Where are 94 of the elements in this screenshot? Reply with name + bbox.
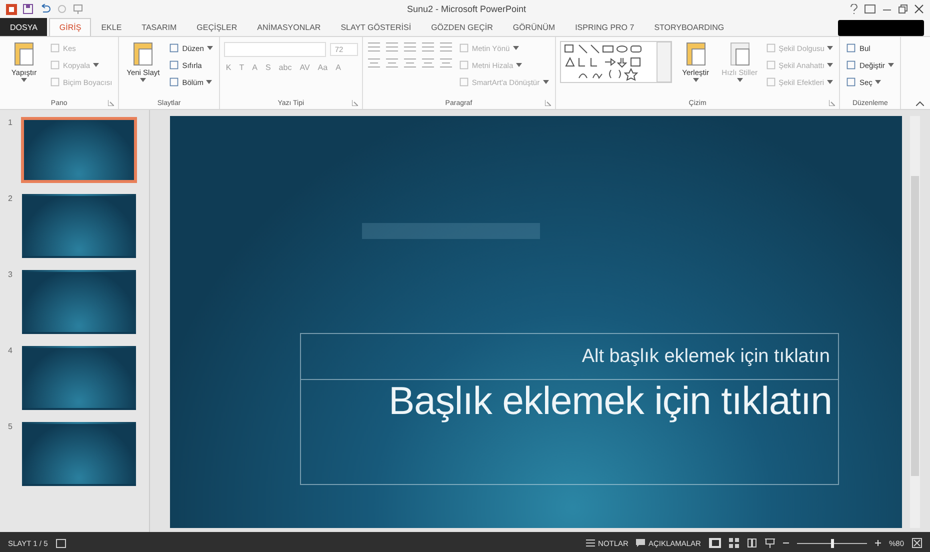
align-icon[interactable] xyxy=(420,58,435,68)
ribbon-tab[interactable]: GEÇİŞLER xyxy=(186,18,248,36)
shape-gallery[interactable] xyxy=(560,41,672,83)
align-icon[interactable] xyxy=(438,58,453,68)
page-icon xyxy=(684,41,708,67)
undo-icon[interactable] xyxy=(39,4,51,14)
caret-icon xyxy=(736,78,743,82)
help-icon[interactable] xyxy=(850,4,858,14)
launcher-icon[interactable] xyxy=(108,100,114,106)
page-icon xyxy=(728,41,752,67)
caret-icon xyxy=(888,63,894,67)
slide-number: 4 xyxy=(8,346,14,355)
square-icon xyxy=(50,77,60,87)
page-icon xyxy=(131,41,156,67)
zoom-out-icon[interactable] xyxy=(782,540,789,546)
square-icon xyxy=(169,60,180,70)
slide-number: 1 xyxy=(8,118,14,127)
slide-thumbnail[interactable] xyxy=(22,118,136,182)
square-icon xyxy=(766,43,776,53)
square-icon xyxy=(766,77,776,87)
caret-icon xyxy=(140,78,146,82)
align-icon[interactable] xyxy=(402,58,417,68)
slide-number: 3 xyxy=(8,270,14,279)
list-icon[interactable] xyxy=(402,42,417,52)
ribbon-tab[interactable]: GÖZDEN GEÇİR xyxy=(421,18,503,36)
launcher-icon[interactable] xyxy=(544,100,551,106)
square-icon xyxy=(766,60,776,70)
normal-view-icon[interactable] xyxy=(708,538,721,548)
window-title: Sunu2 - Microsoft PowerPoint xyxy=(406,4,528,14)
caret-icon xyxy=(516,63,522,67)
ribbon-tab[interactable]: DOSYA xyxy=(0,18,48,36)
caret-icon xyxy=(875,80,882,84)
list-icon[interactable] xyxy=(420,42,435,52)
fit-icon[interactable] xyxy=(912,538,922,548)
ribbon-tab[interactable]: EKLE xyxy=(91,18,132,36)
caret-icon xyxy=(206,46,213,50)
ribbon-tab[interactable]: ISPRING PRO 7 xyxy=(565,18,644,36)
collapse-icon[interactable] xyxy=(916,101,924,106)
redo-icon[interactable] xyxy=(57,4,67,14)
restore-icon[interactable] xyxy=(898,4,908,14)
caret-icon xyxy=(827,80,834,84)
square-icon xyxy=(458,77,469,87)
square-icon xyxy=(50,60,60,70)
caret-icon xyxy=(512,46,519,50)
presentation-icon[interactable] xyxy=(764,538,775,548)
slide-thumbnail[interactable] xyxy=(22,194,136,258)
square-icon xyxy=(169,77,180,87)
scrollbar[interactable] xyxy=(910,116,920,528)
square-icon xyxy=(846,43,856,53)
caret-icon xyxy=(21,78,27,82)
subtitle-placeholder[interactable]: Alt başlık eklemek için tıklatın xyxy=(300,333,839,380)
caret-icon xyxy=(206,80,212,84)
book-icon[interactable] xyxy=(746,538,757,548)
list-icon[interactable] xyxy=(438,42,453,52)
title-placeholder[interactable]: Başlık eklemek için tıklatın xyxy=(300,380,839,485)
caret-icon xyxy=(692,78,699,82)
align-icon[interactable] xyxy=(366,58,381,68)
close-icon[interactable] xyxy=(914,4,924,14)
slide-number: 2 xyxy=(8,194,14,203)
square-icon xyxy=(50,43,60,53)
align-icon[interactable] xyxy=(384,58,399,68)
square-icon xyxy=(846,60,856,70)
ribbon-tab[interactable]: SLAYT GÖSTERİSİ xyxy=(330,18,422,36)
ribbon-tab[interactable]: GİRİŞ xyxy=(49,18,92,36)
slide-thumbnail[interactable] xyxy=(22,346,136,410)
list-icon[interactable] xyxy=(384,42,399,52)
slide-thumbnail[interactable] xyxy=(22,270,136,334)
ribbon-tab[interactable]: GÖRÜNÜM xyxy=(502,18,566,36)
slide-number: 5 xyxy=(8,422,14,431)
square-icon xyxy=(458,43,469,53)
comment-icon xyxy=(636,539,646,547)
font-name-field[interactable] xyxy=(224,42,326,57)
notes-icon xyxy=(586,539,596,547)
grid-icon[interactable] xyxy=(728,538,739,548)
page-icon xyxy=(12,41,36,67)
zoom-in-icon[interactable] xyxy=(874,540,881,546)
launcher-icon[interactable] xyxy=(352,100,358,106)
ribbon-options-icon[interactable] xyxy=(864,4,876,14)
app-icon[interactable] xyxy=(6,4,17,14)
save-icon[interactable] xyxy=(23,4,33,14)
launcher-icon[interactable] xyxy=(829,100,836,106)
ribbon-tab[interactable]: TASARIM xyxy=(132,18,187,36)
caret-icon xyxy=(827,63,834,67)
caret-icon xyxy=(542,80,549,84)
square-icon xyxy=(846,77,856,87)
caret-icon xyxy=(93,63,100,67)
list-icon[interactable] xyxy=(366,42,381,52)
square-icon xyxy=(169,43,180,53)
spellcheck-icon[interactable] xyxy=(56,538,66,548)
square-icon xyxy=(458,60,469,70)
slide-thumbnail[interactable] xyxy=(22,422,136,486)
ribbon-tab[interactable]: ANİMASYONLAR xyxy=(247,18,331,36)
ribbon-tab[interactable]: STORYBOARDING xyxy=(644,18,734,36)
caret-icon xyxy=(827,46,834,50)
